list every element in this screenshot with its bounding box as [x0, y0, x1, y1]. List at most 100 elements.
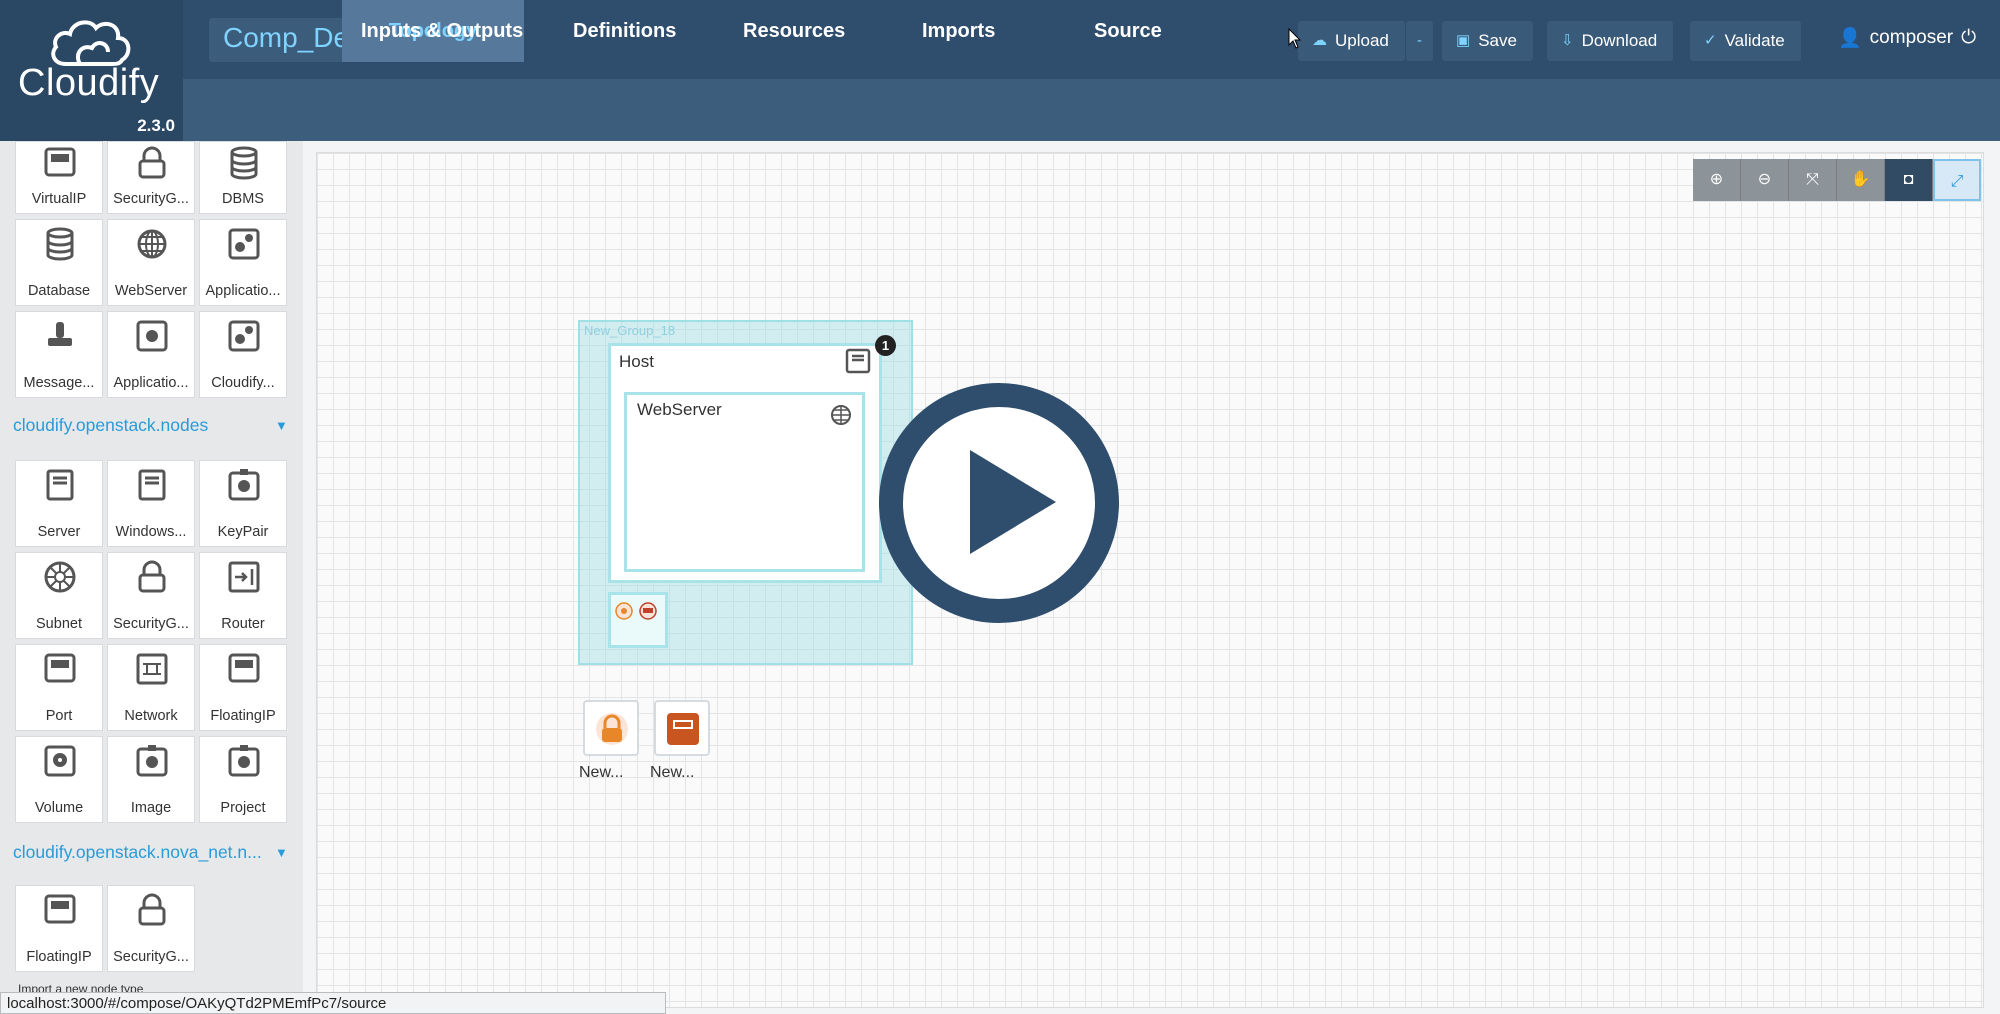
instance-count-badge: 1 — [875, 335, 896, 356]
canvas-toolbar: ⊕ ⊖ ⤧ ✋ ◘ ⤢ — [1693, 159, 1981, 201]
app-logo[interactable]: Cloudify 2.3.0 — [0, 0, 183, 141]
palette-node-label: KeyPair — [217, 524, 269, 540]
port-icon — [44, 653, 76, 683]
palette-node-volume[interactable]: Volume — [15, 736, 103, 823]
floatingip-icon — [228, 653, 260, 683]
database-icon — [46, 227, 74, 261]
globe-icon — [137, 229, 167, 259]
palette-node-application-server[interactable]: Applicatio... — [107, 311, 195, 398]
play-video-icon[interactable] — [878, 382, 1120, 624]
zoom-out-icon[interactable]: ⊖ — [1741, 159, 1789, 201]
subnet-icon — [44, 561, 76, 593]
keypair-icon — [228, 469, 260, 501]
lock-icon — [596, 713, 628, 745]
palette-node-subnet[interactable]: Subnet — [15, 552, 103, 639]
group-label: New_Group_18 — [584, 323, 676, 338]
validate-icon: ✓ — [1704, 32, 1717, 49]
palette-node-cloudify-manager[interactable]: Cloudify... — [199, 311, 287, 398]
palette-node-message-bus[interactable]: Message... — [15, 311, 103, 398]
gears-icon — [228, 228, 260, 260]
globe-icon — [831, 405, 851, 425]
new-node-label: New... — [650, 764, 695, 781]
user-name: composer — [1869, 27, 1954, 48]
palette-node-server[interactable]: Server — [15, 460, 103, 547]
server-icon — [46, 469, 74, 501]
new-securitygroup-node[interactable] — [583, 700, 639, 756]
select-mode-icon[interactable]: ◘ — [1885, 159, 1933, 201]
app-version: 2.3.0 — [137, 116, 175, 135]
palette-node-securitygroup[interactable]: SecurityG... — [107, 552, 195, 639]
section-nova-net-nodes[interactable]: cloudify.openstack.nova_net.n... ▼ — [13, 842, 288, 863]
tab-source[interactable]: Source — [1094, 0, 1162, 62]
new-node-label: New... — [579, 764, 624, 781]
palette-node-nova-floatingip[interactable]: FloatingIP — [15, 885, 103, 972]
palette-node-port[interactable]: Port — [15, 644, 103, 731]
palette-node-windows-server[interactable]: Windows... — [107, 460, 195, 547]
section-openstack-nodes[interactable]: cloudify.openstack.nodes ▼ — [13, 415, 288, 436]
palette-node-router[interactable]: Router — [199, 552, 287, 639]
user-menu[interactable]: 👤 composer ⏻ — [1838, 26, 1976, 50]
palette-node-label: Network — [124, 708, 178, 724]
palette-node-database[interactable]: Database — [15, 219, 103, 306]
palette-node-label: WebServer — [114, 283, 188, 299]
project-icon — [228, 745, 260, 777]
palette-node-label: Database — [27, 283, 91, 299]
palette-node-nova-securitygroup[interactable]: SecurityG... — [107, 885, 195, 972]
logout-icon[interactable]: ⏻ — [1961, 27, 1976, 49]
palette-node-label: Cloudify... — [211, 375, 275, 391]
webserver-label: WebServer — [637, 400, 722, 419]
palette-node-label: VirtualIP — [31, 191, 87, 207]
download-button[interactable]: ⇩ Download — [1547, 21, 1674, 61]
chevron-down-icon: ▼ — [275, 418, 288, 433]
validate-button[interactable]: ✓ Validate — [1690, 21, 1801, 61]
image-icon — [136, 745, 168, 777]
palette-node-label: SecurityG... — [113, 949, 189, 965]
palette-node-virtualip[interactable]: VirtualIP — [15, 141, 103, 214]
new-floatingip-node[interactable] — [654, 700, 710, 756]
server-icon — [138, 469, 166, 501]
palette-node-dbms[interactable]: DBMS — [199, 141, 287, 214]
server-icon — [845, 348, 871, 374]
pan-hand-icon[interactable]: ✋ — [1837, 159, 1885, 201]
tab-imports[interactable]: Imports — [922, 0, 995, 62]
message-bus-icon — [48, 322, 72, 346]
topology-canvas[interactable] — [316, 152, 1984, 1008]
user-icon: 👤 — [1838, 28, 1862, 49]
upload-button[interactable]: ☁ Upload — [1298, 21, 1405, 61]
database-icon — [230, 146, 258, 180]
floatingip-icon — [667, 713, 699, 745]
tab-definitions[interactable]: Definitions — [573, 0, 676, 62]
save-button[interactable]: ▣ Save — [1442, 21, 1533, 61]
download-label: Download — [1581, 31, 1658, 50]
palette-node-securitygroup[interactable]: SecurityG... — [107, 141, 195, 214]
palette-node-label: Image — [130, 800, 172, 816]
network-icon — [136, 653, 168, 685]
palette-node-image[interactable]: Image — [107, 736, 195, 823]
fullscreen-icon[interactable]: ⤢ — [1933, 159, 1981, 201]
palette-node-application-module[interactable]: Applicatio... — [199, 219, 287, 306]
tab-inputs-outputs[interactable]: Inputs & Outputs — [361, 0, 523, 62]
palette-node-project[interactable]: Project — [199, 736, 287, 823]
logo-text: Cloudify — [18, 62, 160, 104]
upload-dropdown-button[interactable]: - — [1406, 21, 1433, 61]
policy-icons — [615, 602, 657, 620]
palette-node-label: SecurityG... — [113, 616, 189, 632]
palette-node-keypair[interactable]: KeyPair — [199, 460, 287, 547]
palette-node-label: FloatingIP — [26, 949, 92, 965]
zoom-in-icon[interactable]: ⊕ — [1693, 159, 1741, 201]
palette-node-label: Router — [221, 616, 265, 632]
upload-icon: ☁ — [1312, 32, 1327, 49]
validate-label: Validate — [1724, 31, 1785, 50]
tab-resources[interactable]: Resources — [743, 0, 845, 62]
download-icon: ⇩ — [1561, 32, 1574, 49]
save-label: Save — [1478, 31, 1517, 50]
fit-to-screen-icon[interactable]: ⤧ — [1789, 159, 1837, 201]
chevron-down-icon: ▼ — [275, 845, 288, 860]
lock-icon — [138, 146, 166, 179]
palette-node-label: Volume — [34, 800, 84, 816]
section-title: cloudify.openstack.nodes — [13, 415, 209, 435]
upload-label: Upload — [1335, 31, 1389, 50]
palette-node-network[interactable]: Network — [107, 644, 195, 731]
palette-node-webserver[interactable]: WebServer — [107, 219, 195, 306]
palette-node-floatingip[interactable]: FloatingIP — [199, 644, 287, 731]
